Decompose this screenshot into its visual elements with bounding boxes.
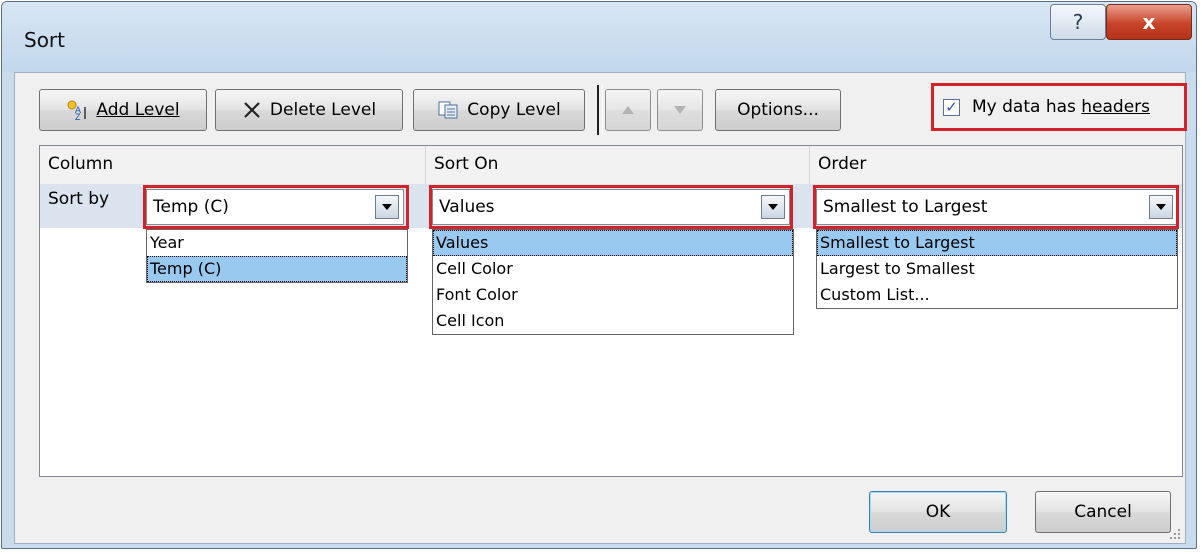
help-icon: ?	[1072, 10, 1084, 34]
sort-by-label: Sort by	[48, 189, 110, 209]
close-icon: x	[1142, 10, 1156, 34]
svg-text:Z: Z	[75, 112, 81, 121]
list-item[interactable]: Year	[147, 230, 407, 256]
sort-on-select-value: Values	[439, 197, 495, 217]
add-level-button[interactable]: A Z Add Level	[39, 89, 207, 131]
list-item[interactable]: Cell Icon	[433, 308, 793, 334]
help-button[interactable]: ?	[1050, 4, 1106, 40]
options-button[interactable]: Options...	[715, 89, 841, 131]
list-item[interactable]: Largest to Smallest	[817, 256, 1177, 282]
list-item-selected[interactable]: Temp (C)	[147, 256, 407, 282]
move-down-icon	[673, 105, 687, 115]
sort-level-row[interactable]: Sort by Temp (C) Values Smallest to Larg…	[40, 184, 1182, 228]
cancel-button[interactable]: Cancel	[1035, 491, 1171, 533]
sort-on-select[interactable]: Values	[432, 189, 790, 225]
dialog-body: A Z Add Level Delete Level Copy Level Op…	[14, 72, 1187, 544]
delete-level-button[interactable]: Delete Level	[215, 89, 403, 131]
ok-label: OK	[925, 502, 951, 522]
column-header: Column	[40, 146, 426, 184]
list-item[interactable]: Cell Color	[433, 256, 793, 282]
dropdown-arrow-icon[interactable]	[1149, 195, 1173, 219]
title-bar: Sort ? x	[2, 2, 1196, 72]
list-item[interactable]: Font Color	[433, 282, 793, 308]
delete-x-icon	[242, 100, 262, 120]
move-up-button[interactable]	[605, 89, 651, 131]
has-headers-option[interactable]: ✓ My data has headers	[931, 83, 1191, 131]
sort-levels-grid: Column Sort On Order Sort by Temp (C) Va…	[39, 145, 1183, 477]
has-headers-checkbox[interactable]: ✓	[943, 98, 960, 116]
copy-level-button[interactable]: Copy Level	[413, 89, 585, 131]
dialog-title: Sort	[24, 28, 65, 52]
copy-level-icon	[437, 100, 459, 120]
toolbar-separator	[597, 85, 603, 135]
list-item-selected[interactable]: Values	[433, 230, 793, 256]
resize-grip-icon[interactable]	[1167, 525, 1181, 539]
column-select-value: Temp (C)	[153, 197, 229, 217]
column-options-list: Year Temp (C)	[146, 229, 408, 283]
column-select[interactable]: Temp (C)	[146, 189, 404, 225]
sort-on-options-list: Values Cell Color Font Color Cell Icon	[432, 229, 794, 335]
dropdown-arrow-icon[interactable]	[375, 195, 399, 219]
add-level-icon: A Z	[66, 99, 88, 121]
grid-header: Column Sort On Order	[40, 146, 1182, 185]
close-button[interactable]: x	[1106, 4, 1192, 40]
ok-button[interactable]: OK	[869, 491, 1007, 533]
order-select[interactable]: Smallest to Largest	[816, 189, 1178, 225]
order-header: Order	[818, 154, 867, 174]
list-item-selected[interactable]: Smallest to Largest	[817, 230, 1177, 256]
add-level-label: Add Level	[96, 100, 180, 120]
sort-dialog: Sort ? x A Z Add Level Delete Level Copy…	[1, 1, 1197, 549]
list-item[interactable]: Custom List...	[817, 282, 1177, 308]
dropdown-arrow-icon[interactable]	[761, 195, 785, 219]
options-label: Options...	[737, 100, 819, 120]
sort-on-header: Sort On	[426, 146, 810, 184]
cancel-label: Cancel	[1074, 502, 1132, 522]
order-select-value: Smallest to Largest	[823, 197, 988, 217]
has-headers-label: My data has headers	[972, 97, 1151, 117]
order-options-list: Smallest to Largest Largest to Smallest …	[816, 229, 1178, 309]
move-up-icon	[621, 105, 635, 115]
copy-level-label: Copy Level	[467, 100, 561, 120]
delete-level-label: Delete Level	[269, 100, 377, 120]
move-down-button[interactable]	[657, 89, 703, 131]
